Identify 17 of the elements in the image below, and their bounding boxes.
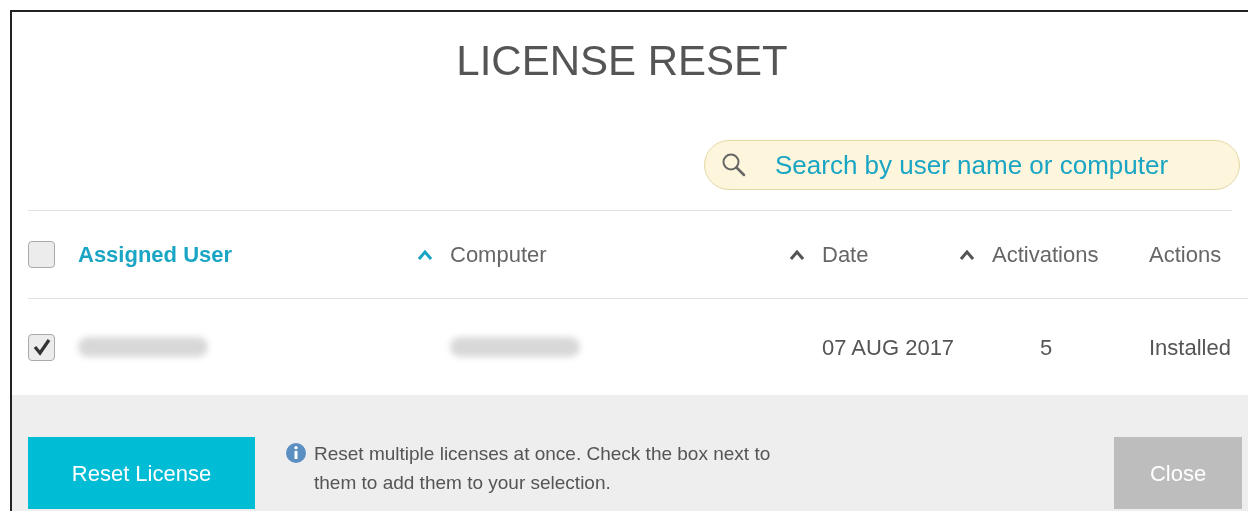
column-header[interactable]: Date bbox=[822, 238, 869, 271]
sort-caret-icon[interactable] bbox=[960, 249, 974, 260]
checkbox[interactable] bbox=[28, 241, 55, 268]
dialog-title: LICENSE RESET bbox=[456, 40, 788, 82]
search-icon bbox=[721, 152, 747, 178]
activations-cell: 5 bbox=[1040, 334, 1053, 360]
sort-caret-icon[interactable] bbox=[790, 249, 804, 260]
search-field[interactable]: Search by user name or computer bbox=[704, 140, 1240, 190]
checkbox[interactable] bbox=[28, 333, 55, 361]
info-text: Reset multiple licenses at once. Check the box next to them to add them to your selection. bbox=[314, 442, 772, 495]
column-header[interactable]: Actions bbox=[1149, 238, 1222, 271]
column-header[interactable]: Computer bbox=[450, 238, 547, 271]
column-header[interactable]: Assigned User bbox=[78, 238, 233, 271]
info-icon bbox=[285, 442, 307, 464]
date-cell: 07 AUG 2017 bbox=[822, 334, 955, 360]
column-header[interactable]: Activations bbox=[992, 238, 1099, 271]
action-cell: Installed bbox=[1149, 334, 1231, 360]
